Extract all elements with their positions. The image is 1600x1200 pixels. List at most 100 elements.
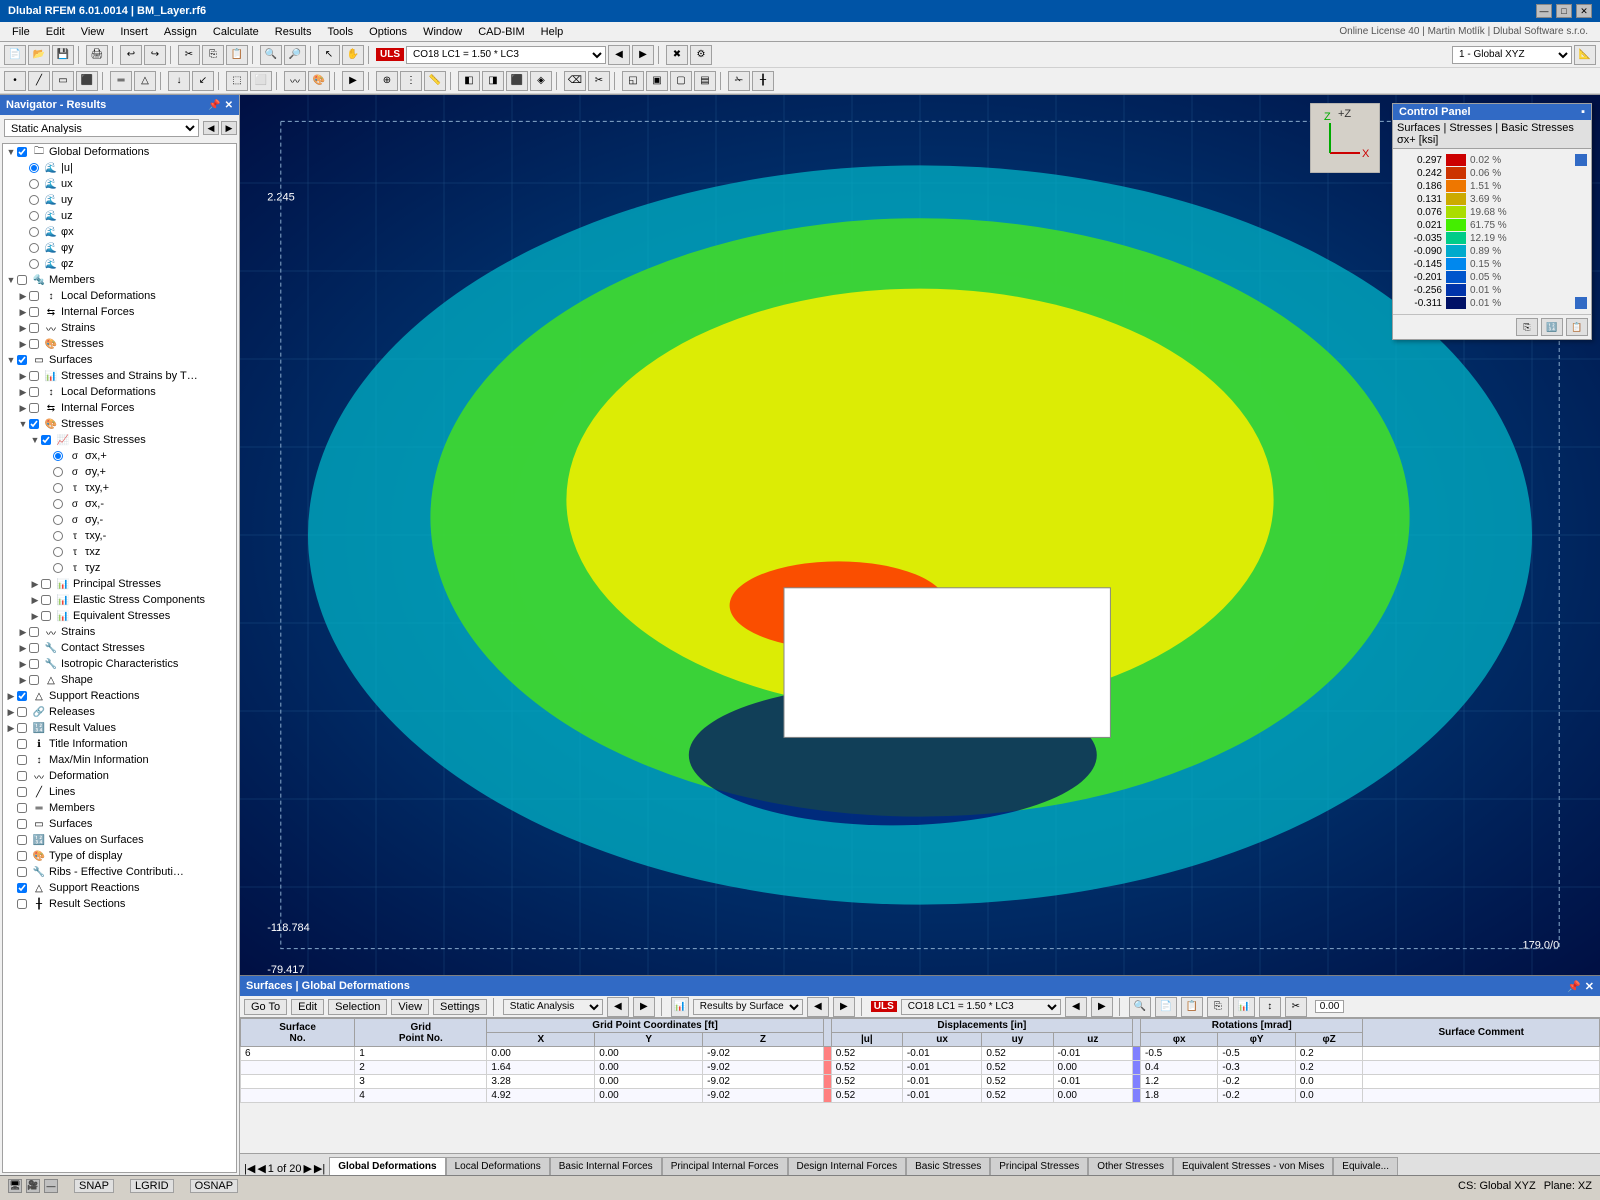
tree-releases[interactable]: ▶ 🔗 Releases (3, 704, 236, 720)
cb-global-deformations[interactable] (17, 147, 27, 157)
tree-members-disp[interactable]: ═ Members (3, 800, 236, 816)
cp-icon2[interactable]: 🔢 (1541, 318, 1563, 336)
cb-support-reactions-leaf[interactable] (17, 883, 27, 893)
cp-icon3[interactable]: 📋 (1566, 318, 1588, 336)
bp-pin-icon[interactable]: 📌 (1567, 980, 1581, 993)
tb-axes[interactable]: 📐 (1574, 45, 1596, 65)
analysis-type-select[interactable]: Static Analysis (4, 119, 199, 137)
tb-render1[interactable]: ◧ (458, 71, 480, 91)
tab-basic-internal-forces[interactable]: Basic Internal Forces (550, 1157, 662, 1175)
tb-measure[interactable]: 📏 (424, 71, 446, 91)
tree-lines-disp[interactable]: ╱ Lines (3, 784, 236, 800)
bp-prev-btn[interactable]: ◀ (607, 997, 629, 1017)
status-icon2[interactable]: 🎥 (26, 1179, 40, 1193)
cp-close-btn[interactable]: ▪ (1581, 106, 1585, 118)
tb-iso[interactable]: ◱ (622, 71, 644, 91)
tab-design-internal-forces[interactable]: Design Internal Forces (788, 1157, 907, 1175)
menu-cadbim[interactable]: CAD-BIM (470, 24, 532, 40)
results-by-select[interactable]: Results by Surface (693, 999, 803, 1015)
bp-prev2[interactable]: ◀ (807, 997, 829, 1017)
page-nav-next[interactable]: ▶ (303, 1162, 311, 1175)
bp-icon6[interactable]: ↕ (1259, 997, 1281, 1017)
tab-basic-stresses[interactable]: Basic Stresses (906, 1157, 990, 1175)
bp-icon4[interactable]: ⎘ (1207, 997, 1229, 1017)
bp-icon2[interactable]: 📄 (1155, 997, 1177, 1017)
tb-top[interactable]: ▢ (670, 71, 692, 91)
bp-next3[interactable]: ▶ (1091, 997, 1113, 1017)
tree-members-local-def[interactable]: ▶ ↕ Local Deformations (15, 288, 236, 304)
cb-surf-strains[interactable] (29, 627, 39, 637)
cb-surfaces-disp[interactable] (17, 819, 27, 829)
tb-view2[interactable]: ⬜ (250, 71, 272, 91)
status-icon3[interactable]: — (44, 1179, 58, 1193)
tb-render4[interactable]: ◈ (530, 71, 552, 91)
menu-edit[interactable]: Edit (38, 24, 73, 40)
cb-type-of-display[interactable] (17, 851, 27, 861)
cb-surfaces[interactable] (17, 355, 27, 365)
radio-phiz[interactable] (29, 259, 39, 269)
menu-file[interactable]: File (4, 24, 38, 40)
menu-window[interactable]: Window (415, 24, 470, 40)
tree-phiy[interactable]: 🌊 φy (15, 240, 236, 256)
tb-front[interactable]: ▣ (646, 71, 668, 91)
cb-releases[interactable] (17, 707, 27, 717)
tree-equivalent-stresses[interactable]: ▶ 📊 Equivalent Stresses (27, 608, 236, 624)
tb-del[interactable]: ⌫ (564, 71, 586, 91)
radio-tau-yz[interactable] (53, 563, 63, 573)
tb-support[interactable]: △ (134, 71, 156, 91)
tb-side[interactable]: ▤ (694, 71, 716, 91)
bp-icon3[interactable]: 📋 (1181, 997, 1203, 1017)
window-controls[interactable]: — □ ✕ (1536, 4, 1592, 18)
tab-global-deformations[interactable]: Global Deformations (329, 1157, 445, 1175)
cs-combo[interactable]: 1 - Global XYZ (1452, 46, 1572, 64)
edit-btn[interactable]: Edit (291, 999, 324, 1015)
tree-uz[interactable]: 🌊 uz (15, 208, 236, 224)
radio-tau-xz[interactable] (53, 547, 63, 557)
menu-calculate[interactable]: Calculate (205, 24, 267, 40)
radio-tau-xym[interactable] (53, 531, 63, 541)
tree-surf-stresses[interactable]: ▼ 🎨 Stresses (15, 416, 236, 432)
page-nav-prev[interactable]: ◀ (257, 1162, 265, 1175)
bp-results-icon[interactable]: 📊 (671, 997, 689, 1017)
status-snap[interactable]: SNAP (74, 1179, 114, 1193)
cb-support-reactions-group[interactable] (17, 691, 27, 701)
tree-maxmin-info[interactable]: ↕ Max/Min Information (3, 752, 236, 768)
tb-prev-lc[interactable]: ◀ (608, 45, 630, 65)
load-combo-select[interactable]: CO18 LC1 = 1.50 * LC3 (406, 46, 606, 64)
nav-scroll-next[interactable]: ▶ (221, 121, 237, 135)
cp-icon1[interactable]: ⎘ (1516, 318, 1538, 336)
tree-support-reactions-leaf[interactable]: △ Support Reactions (3, 880, 236, 896)
radio-uy[interactable] (29, 195, 39, 205)
bp-next-btn[interactable]: ▶ (633, 997, 655, 1017)
tree-ribs[interactable]: 🔧 Ribs - Effective Contribution on Surfa… (3, 864, 236, 880)
tree-result-values[interactable]: ▶ 🔢 Result Values (3, 720, 236, 736)
tree-sigma-yp[interactable]: σ σy,+ (39, 464, 236, 480)
cb-members-stresses[interactable] (29, 339, 39, 349)
tb-zoom-out[interactable]: 🔎 (284, 45, 306, 65)
tb-snap[interactable]: ⊕ (376, 71, 398, 91)
cb-surf-strains-thick[interactable] (29, 371, 39, 381)
tb-new[interactable]: 📄 (4, 45, 26, 65)
tree-principal-stresses[interactable]: ▶ 📊 Principal Stresses (27, 576, 236, 592)
tree-members-stresses[interactable]: ▶ 🎨 Stresses (15, 336, 236, 352)
radio-sigma-yp[interactable] (53, 467, 63, 477)
tb-settings[interactable]: ⚙ (690, 45, 712, 65)
cb-title-info[interactable] (17, 739, 27, 749)
cb-principal-stresses[interactable] (41, 579, 51, 589)
tab-equiv-stresses-vonmises[interactable]: Equivalent Stresses - von Mises (1173, 1157, 1333, 1175)
cb-members-disp[interactable] (17, 803, 27, 813)
tb-grid[interactable]: ⋮ (400, 71, 422, 91)
page-nav-first[interactable]: |◀ (244, 1162, 255, 1175)
tb-undo[interactable]: ↩ (120, 45, 142, 65)
tb-redo[interactable]: ↪ (144, 45, 166, 65)
tb-deform[interactable]: 〰 (284, 71, 306, 91)
cb-values-on-surfaces[interactable] (17, 835, 27, 845)
radio-phiy[interactable] (29, 243, 39, 253)
tree-ux[interactable]: 🌊 ux (15, 176, 236, 192)
menu-insert[interactable]: Insert (112, 24, 156, 40)
tb-print[interactable]: 🖨 (86, 45, 108, 65)
tb-load[interactable]: ↓ (168, 71, 190, 91)
tree-surfaces[interactable]: ▼ ▭ Surfaces (3, 352, 236, 368)
tree-support-reactions-group[interactable]: ▶ △ Support Reactions (3, 688, 236, 704)
maximize-button[interactable]: □ (1556, 4, 1572, 18)
